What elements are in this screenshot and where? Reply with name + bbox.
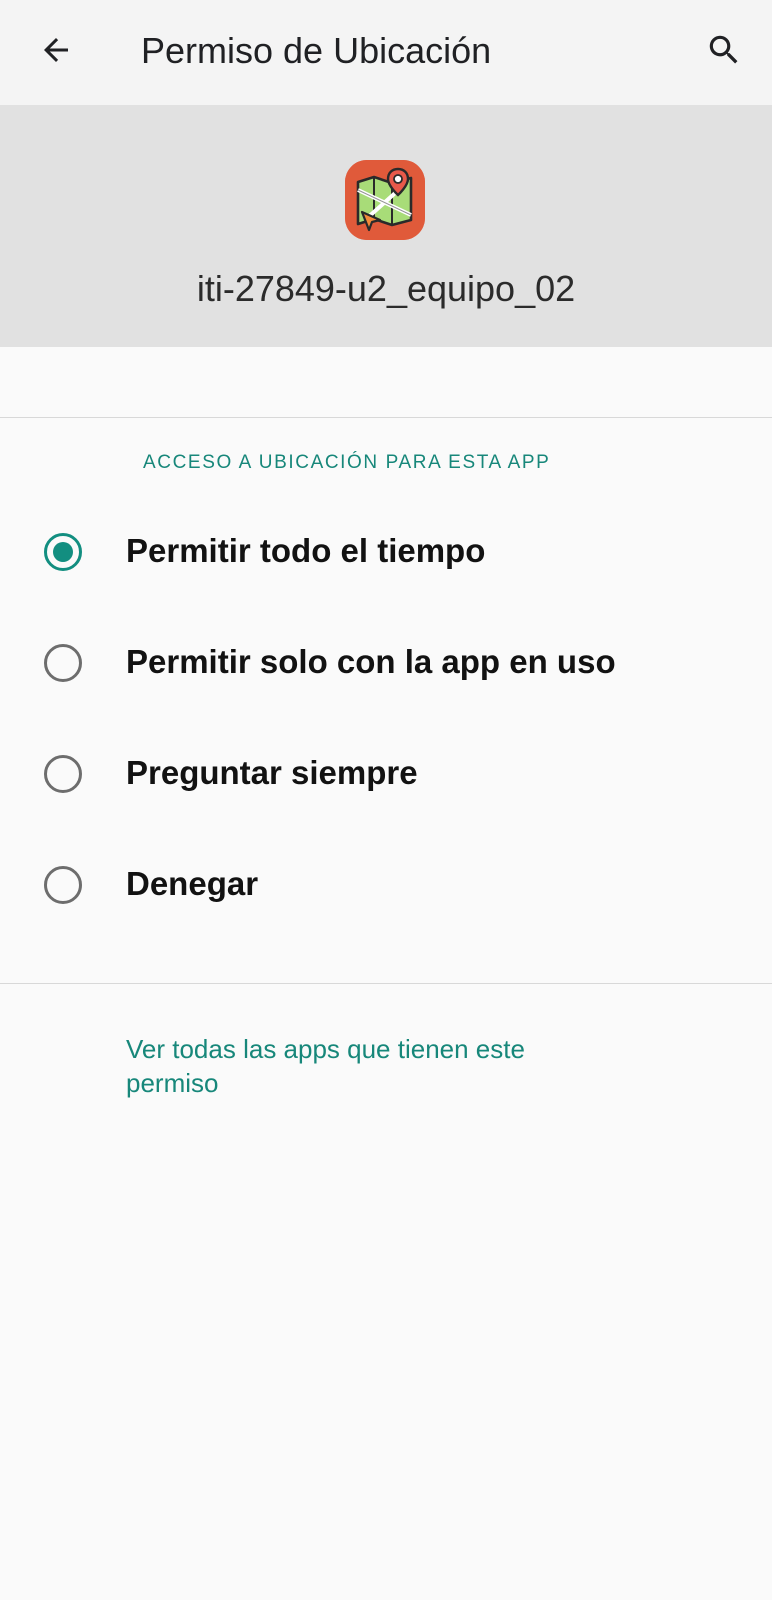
radio-button[interactable] xyxy=(44,755,82,793)
option-deny[interactable]: Denegar xyxy=(0,835,772,935)
search-button[interactable] xyxy=(696,22,752,78)
app-name: iti-27849-u2_equipo_02 xyxy=(196,268,576,309)
arrow-back-icon xyxy=(44,38,68,62)
divider-bottom xyxy=(0,983,772,984)
app-header: iti-27849-u2_equipo_02 xyxy=(0,105,772,347)
page-title: Permiso de Ubicación xyxy=(141,30,492,71)
map-pin-icon xyxy=(345,160,425,240)
option-label: Denegar xyxy=(126,865,259,902)
see-all-apps-link[interactable]: Ver todas las apps que tienen este permi… xyxy=(126,1032,596,1100)
screen: Permiso de Ubicación iti-27849-u2_equipo… xyxy=(0,0,772,1600)
divider-top xyxy=(0,417,772,418)
option-label: Permitir solo con la app en uso xyxy=(126,643,616,680)
search-icon xyxy=(709,35,738,64)
option-allow-while-in-use[interactable]: Permitir solo con la app en uso xyxy=(0,613,772,713)
option-label: Preguntar siempre xyxy=(126,754,418,791)
radio-button[interactable] xyxy=(44,644,82,682)
app-bar: Permiso de Ubicación xyxy=(0,0,772,105)
section-header: ACCESO A UBICACIÓN PARA ESTA APP xyxy=(143,452,551,473)
option-ask-always[interactable]: Preguntar siempre xyxy=(0,724,772,824)
option-label: Permitir todo el tiempo xyxy=(126,532,486,569)
app-icon xyxy=(345,160,425,240)
radio-button-selected[interactable] xyxy=(44,533,82,571)
radio-button[interactable] xyxy=(44,866,82,904)
option-allow-all-the-time[interactable]: Permitir todo el tiempo xyxy=(0,502,772,602)
back-button[interactable] xyxy=(28,22,84,78)
